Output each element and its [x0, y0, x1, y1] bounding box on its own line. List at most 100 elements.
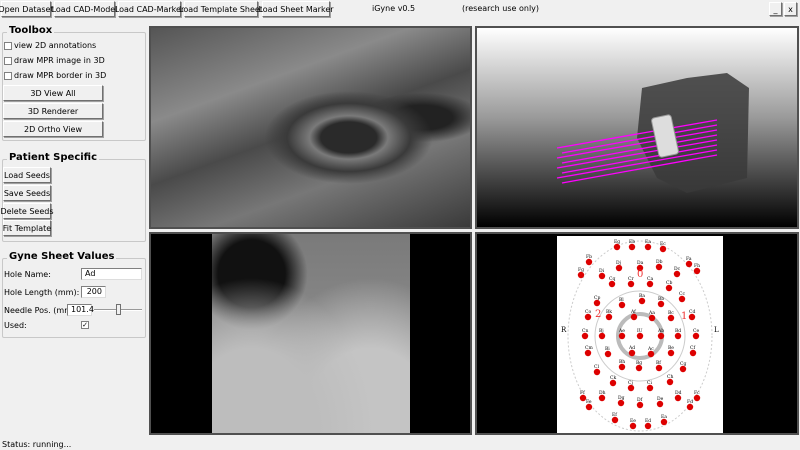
template-hole[interactable]	[689, 349, 697, 357]
template-hole[interactable]	[593, 368, 601, 376]
load-cad-model-button[interactable]: Load CAD-Model	[52, 1, 117, 17]
3d-renderer-button[interactable]: 3D Renderer	[3, 103, 103, 119]
template-hole[interactable]	[678, 295, 686, 303]
template-hole[interactable]	[674, 332, 682, 340]
template-hole[interactable]	[584, 349, 592, 357]
template-hole[interactable]	[630, 313, 638, 321]
template-hole[interactable]	[667, 349, 675, 357]
template-hole[interactable]	[638, 297, 646, 305]
delete-seeds-button[interactable]: Delete Seeds	[1, 203, 54, 219]
template-hole[interactable]	[674, 394, 682, 402]
template-hole[interactable]	[647, 350, 655, 358]
template-hole[interactable]	[604, 350, 612, 358]
template-hole[interactable]	[608, 280, 616, 288]
side-label-l: L	[714, 326, 719, 334]
template-hole[interactable]	[693, 394, 701, 402]
template-hole[interactable]	[686, 403, 694, 411]
hole-length-input[interactable]: 200	[81, 286, 106, 298]
template-hole[interactable]	[657, 300, 665, 308]
template-hole[interactable]	[646, 384, 654, 392]
template-hole[interactable]	[644, 243, 652, 251]
template-hole[interactable]	[648, 314, 656, 322]
template-sheet-drawing: Eg Eb Ea EcFbFg DiDj Da DbDcFaFhCq Cr CaCbCp BlBa…	[567, 239, 713, 432]
template-hole[interactable]	[585, 403, 593, 411]
template-hole[interactable]	[577, 271, 585, 279]
template-hole[interactable]	[618, 301, 626, 309]
template-hole[interactable]	[666, 378, 674, 386]
template-hole[interactable]	[628, 349, 636, 357]
template-hole[interactable]	[611, 416, 619, 424]
view-2d-annotations-checkbox[interactable]	[4, 42, 12, 50]
template-hole[interactable]	[665, 284, 673, 292]
hole-name-input[interactable]: Ad	[81, 268, 142, 280]
template-hole[interactable]	[598, 394, 606, 402]
needle-pos-input[interactable]: 101.4	[67, 304, 94, 316]
template-hole[interactable]	[593, 299, 601, 307]
open-dataset-button[interactable]: Open Dataset	[0, 1, 54, 17]
load-seeds-button[interactable]: Load Seeds	[3, 167, 51, 183]
template-hole[interactable]	[646, 280, 654, 288]
template-sheet-view[interactable]: Eg Eb Ea Ec Fb Fg Di Dj Da Db Dc Fa Fh Cq Cr Ca Cb Cp Bl Ba…	[475, 232, 799, 435]
save-seeds-button[interactable]: Save Seeds	[3, 185, 51, 201]
template-sheet: Eg Eb Ea Ec Fb Fg Di Dj Da Db Dc Fa Fh Cq Cr Ca Cb Cp Bl Ba…	[557, 236, 723, 433]
template-hole[interactable]	[615, 264, 623, 272]
toolbox-title: Toolbox	[7, 25, 55, 36]
used-label: Used:	[4, 321, 27, 330]
template-hole[interactable]	[618, 363, 626, 371]
template-hole[interactable]	[636, 401, 644, 409]
fit-template-button[interactable]: Fit Template	[3, 220, 51, 236]
template-hole[interactable]	[635, 364, 643, 372]
load-cad-marker-button[interactable]: Load CAD-Marker	[115, 1, 184, 17]
template-hole[interactable]	[667, 314, 675, 322]
template-hole[interactable]	[636, 332, 644, 340]
close-button[interactable]: x	[784, 2, 797, 16]
template-hole[interactable]	[629, 422, 637, 430]
zone-label: 2	[595, 309, 601, 320]
template-hole[interactable]	[688, 313, 696, 321]
hole-length-label: Hole Length (mm):	[4, 288, 80, 297]
template-hole[interactable]	[628, 243, 636, 251]
template-hole[interactable]	[679, 365, 687, 373]
template-hole[interactable]	[598, 272, 606, 280]
template-hole[interactable]	[644, 422, 652, 430]
needle-pos-slider-thumb[interactable]	[116, 304, 121, 315]
template-hole[interactable]	[655, 364, 663, 372]
template-hole[interactable]	[673, 270, 681, 278]
template-hole[interactable]	[617, 399, 625, 407]
app-title: iGyne v0.5	[372, 4, 416, 13]
app-subtitle: (research use only)	[462, 4, 540, 13]
template-hole[interactable]	[656, 400, 664, 408]
template-hole[interactable]	[584, 313, 592, 321]
draw-mpr-image-label: draw MPR image in 3D	[14, 56, 105, 65]
template-hole[interactable]	[609, 379, 617, 387]
draw-mpr-border-checkbox[interactable]	[4, 72, 12, 80]
template-hole[interactable]	[618, 332, 626, 340]
template-hole[interactable]	[692, 332, 700, 340]
template-hole[interactable]	[585, 258, 593, 266]
template-hole[interactable]	[659, 245, 667, 253]
template-hole[interactable]	[605, 313, 613, 321]
3d-render-view[interactable]	[475, 26, 799, 229]
sagittal-mri-view[interactable]	[149, 232, 472, 435]
template-hole[interactable]	[598, 332, 606, 340]
axial-mri-view[interactable]	[149, 26, 472, 229]
template-hole[interactable]	[693, 267, 701, 275]
2d-ortho-view-button[interactable]: 2D Ortho View	[3, 121, 103, 137]
template-hole[interactable]	[581, 332, 589, 340]
template-hole[interactable]	[657, 332, 665, 340]
load-sheet-marker-button[interactable]: Load Sheet Marker	[258, 1, 334, 17]
gyne-sheet-title: Gyne Sheet Values	[7, 251, 117, 262]
draw-mpr-border-label: draw MPR border in 3D	[14, 71, 107, 80]
template-hole[interactable]	[660, 418, 668, 426]
used-checkbox[interactable]: ✓	[81, 321, 89, 329]
3d-view-all-button[interactable]: 3D View All	[3, 85, 103, 101]
template-hole[interactable]	[613, 243, 621, 251]
draw-mpr-image-checkbox[interactable]	[4, 57, 12, 65]
template-hole[interactable]	[655, 263, 663, 271]
template-hole[interactable]	[627, 280, 635, 288]
template-hole[interactable]	[627, 384, 635, 392]
load-template-sheet-button[interactable]: Load Template Sheet	[179, 1, 263, 17]
template-hole[interactable]	[685, 260, 693, 268]
minimize-button[interactable]: _	[769, 2, 782, 16]
zone-label: 1	[681, 311, 687, 322]
